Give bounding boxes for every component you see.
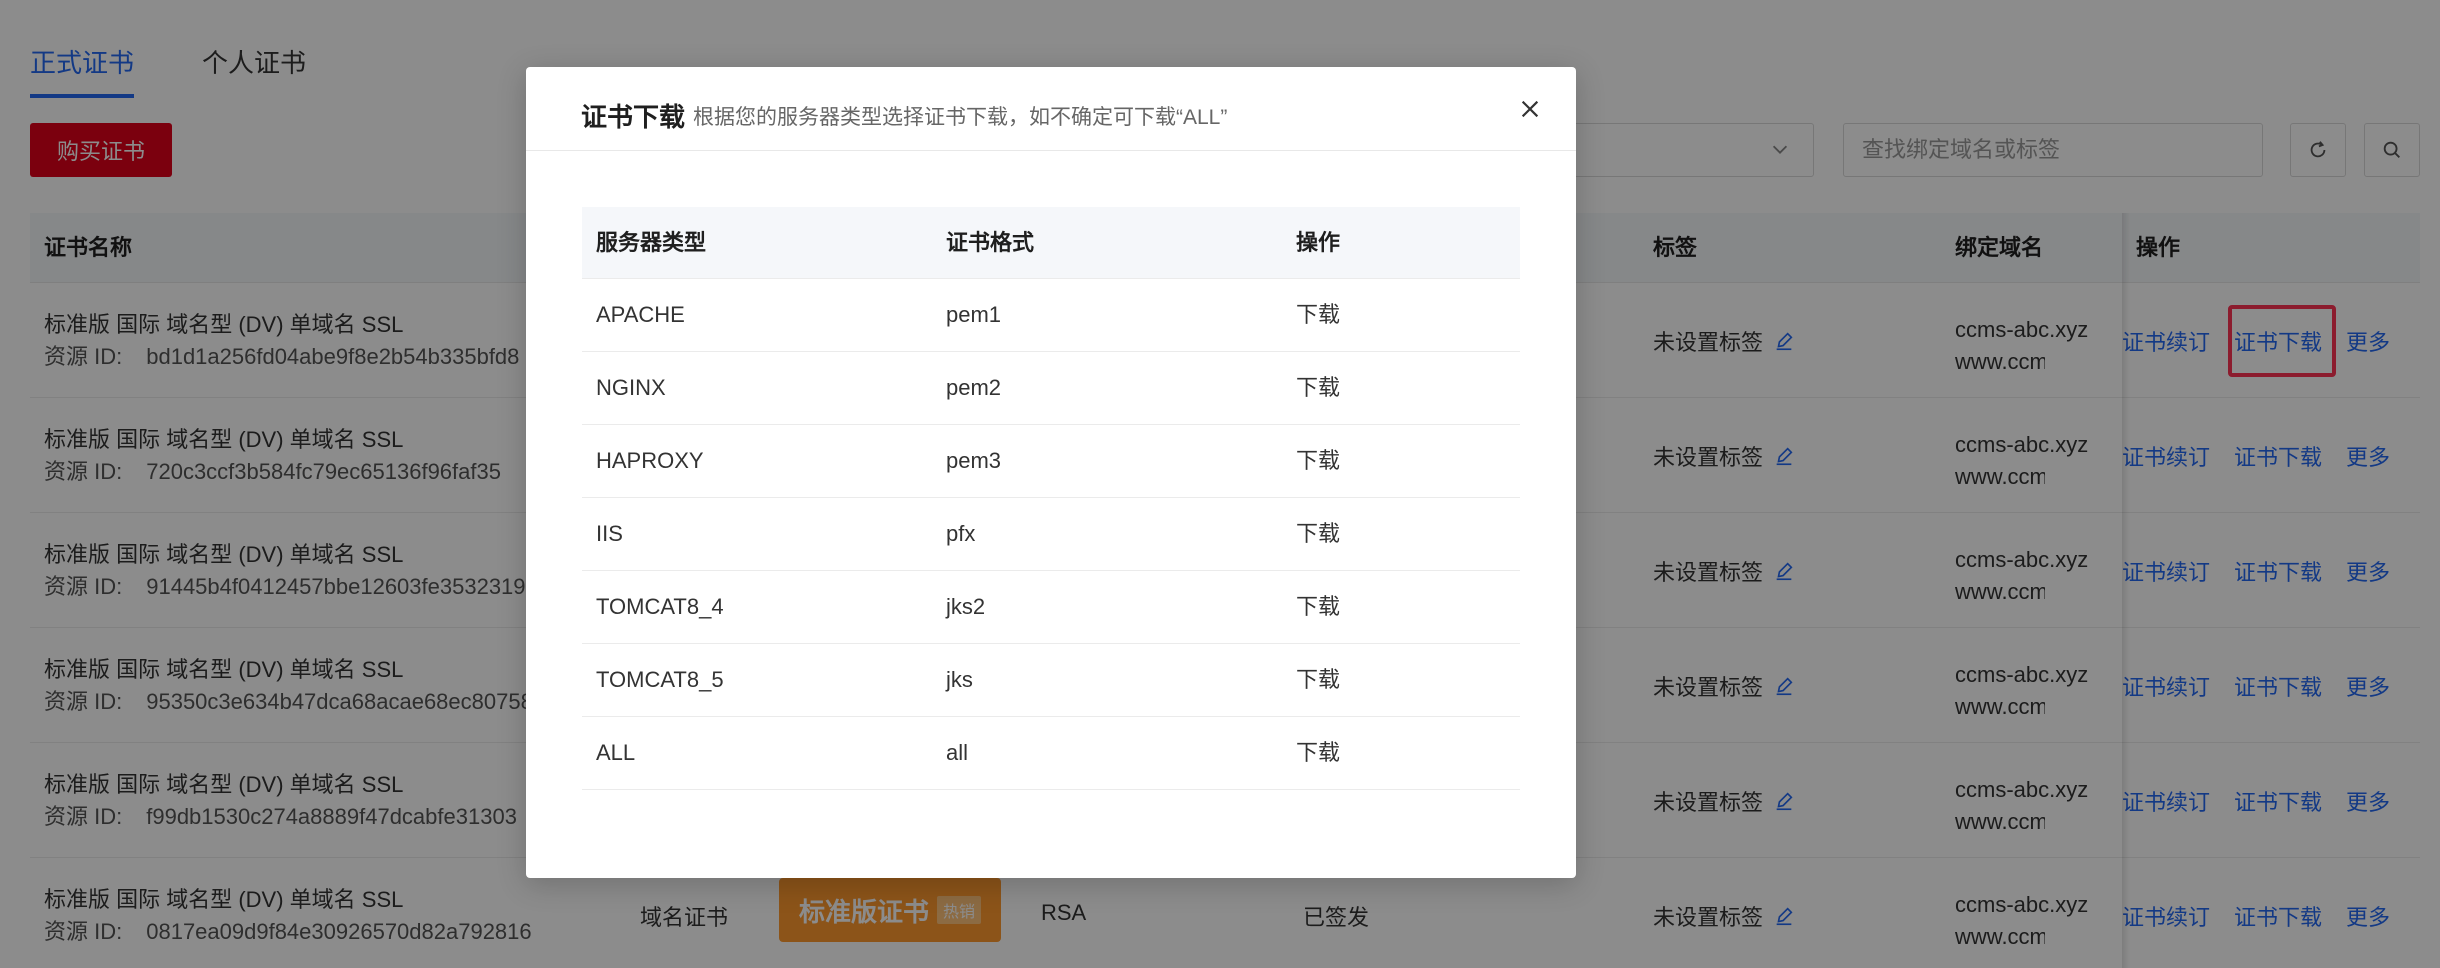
server-type: IIS <box>596 521 623 546</box>
cert-format: pem2 <box>946 375 1002 400</box>
download-button[interactable]: 下载 <box>1296 717 1340 789</box>
header-cert-format: 证书格式 <box>946 230 1035 255</box>
cert-format: jks2 <box>946 594 986 619</box>
modal-subtitle: 根据您的服务器类型选择证书下载，如不确定可下载“ALL” <box>693 106 1228 129</box>
cert-format: pem1 <box>946 302 1002 327</box>
cert-format: pem3 <box>946 448 1002 473</box>
server-type: NGINX <box>596 375 666 400</box>
modal-title: 证书下载 <box>581 102 686 132</box>
download-button[interactable]: 下载 <box>1296 571 1340 643</box>
server-type: APACHE <box>596 302 685 327</box>
download-button[interactable]: 下载 <box>1296 644 1340 716</box>
download-row: APACHE pem1 下载 <box>582 279 1520 352</box>
download-button[interactable]: 下载 <box>1296 498 1340 570</box>
download-row: HAPROXY pem3 下载 <box>582 425 1520 498</box>
download-modal: 证书下载 根据您的服务器类型选择证书下载，如不确定可下载“ALL” 服务器类型 … <box>526 67 1576 878</box>
server-type: ALL <box>596 740 636 765</box>
cert-format: pfx <box>946 521 976 546</box>
server-type: TOMCAT8_5 <box>596 667 724 692</box>
download-row: TOMCAT8_4 jks2 下载 <box>582 571 1520 644</box>
app-root: 正式证书 个人证书 购买证书 证书名称 标签 绑定域名 操作 标准版 国际 域名… <box>0 0 2440 968</box>
close-icon <box>1521 100 1539 118</box>
cert-format: all <box>946 740 969 765</box>
download-button[interactable]: 下载 <box>1296 425 1340 497</box>
download-button[interactable]: 下载 <box>1296 352 1340 424</box>
cert-format: jks <box>946 667 973 692</box>
header-action: 操作 <box>1296 230 1341 255</box>
modal-header: 证书下载 根据您的服务器类型选择证书下载，如不确定可下载“ALL” <box>526 67 1576 151</box>
download-row: TOMCAT8_5 jks 下载 <box>582 644 1520 717</box>
server-type: HAPROXY <box>596 448 704 473</box>
download-row: ALL all 下载 <box>582 717 1520 790</box>
server-type: TOMCAT8_4 <box>596 594 724 619</box>
download-row: IIS pfx 下载 <box>582 498 1520 571</box>
close-button[interactable] <box>1514 93 1546 125</box>
download-row: NGINX pem2 下载 <box>582 352 1520 425</box>
download-table-header: 服务器类型 证书格式 操作 <box>582 207 1520 279</box>
download-button[interactable]: 下载 <box>1296 279 1340 351</box>
header-server-type: 服务器类型 <box>596 230 707 255</box>
